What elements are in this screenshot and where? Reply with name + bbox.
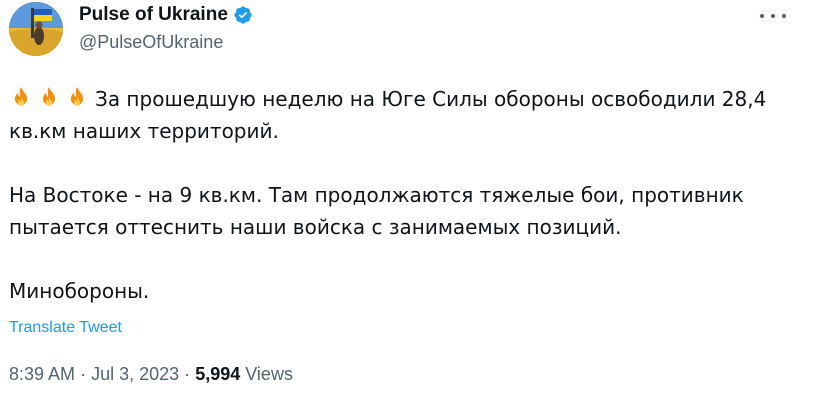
fire-icon (43, 87, 55, 106)
more-horizontal-icon (782, 14, 786, 18)
author-name-text: Pulse of Ukraine (79, 4, 228, 25)
avatar-image (9, 2, 63, 56)
tweet-date[interactable]: Jul 3, 2023 (91, 364, 179, 384)
tweet-text: За прошедшую неделю на Юге Силы обороны … (9, 83, 789, 307)
more-options-button[interactable] (760, 6, 786, 26)
views-label[interactable]: Views (245, 364, 293, 384)
fire-icon (71, 87, 83, 106)
tweet-paragraph-2: На Востоке - на 9 кв.км. Там продолжаютс… (9, 183, 744, 239)
author-name[interactable]: Pulse of Ukraine (79, 4, 253, 26)
tweet-paragraph-3: Минобороны. (9, 279, 150, 303)
author-handle[interactable]: @PulseOfUkraine (79, 32, 223, 53)
tweet-paragraph-1: За прошедшую неделю на Юге Силы обороны … (9, 87, 767, 143)
meta-separator: · (184, 364, 191, 384)
fire-icon (15, 87, 27, 106)
tweet-card: Pulse of Ukraine @PulseOfUkraine За прош… (0, 0, 819, 403)
tweet-time[interactable]: 8:39 AM (9, 364, 75, 384)
verified-badge-icon (233, 5, 253, 25)
more-horizontal-icon (771, 14, 775, 18)
views-count[interactable]: 5,994 (195, 364, 240, 384)
avatar[interactable] (9, 2, 63, 56)
tweet-meta: 8:39 AM · Jul 3, 2023 · 5,994 Views (9, 364, 293, 385)
more-horizontal-icon (760, 14, 764, 18)
meta-separator: · (80, 364, 87, 384)
translate-tweet-link[interactable]: Translate Tweet (9, 319, 122, 337)
fire-emojis (9, 86, 89, 110)
